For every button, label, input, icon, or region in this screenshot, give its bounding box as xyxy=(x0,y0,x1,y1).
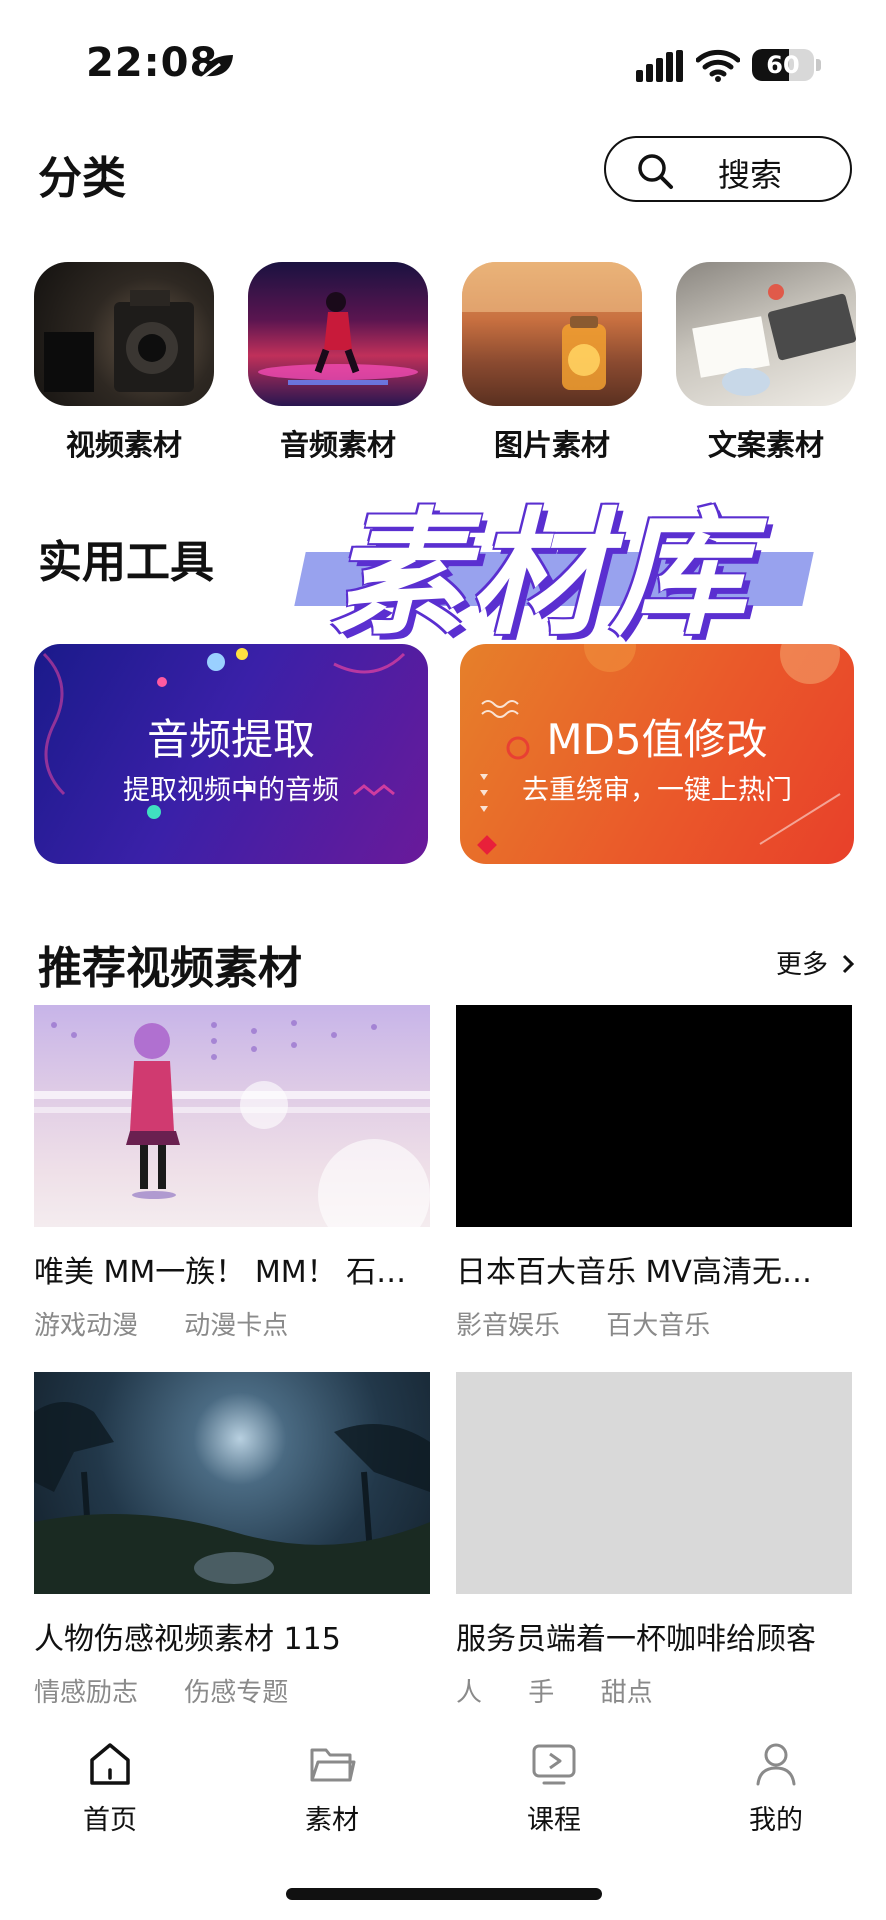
chevron-right-icon xyxy=(843,954,855,974)
tool-subtitle: 去重绕审，一键上热门 xyxy=(522,775,792,806)
video-title: 人物伤感视频素材 115 xyxy=(34,1622,341,1657)
video-tags: 情感励志 伤感专题 xyxy=(34,1672,430,1709)
video-tags: 影音娱乐 百大音乐 xyxy=(456,1305,852,1342)
tools-title: 实用工具 xyxy=(38,537,214,588)
status-bar: 22:08 60 xyxy=(0,0,886,130)
video-title: 服务员端着一杯咖啡给顾客 xyxy=(456,1622,816,1657)
nav-courses[interactable]: 课程 xyxy=(484,1728,624,1837)
video-tag[interactable]: 甜点 xyxy=(601,1678,653,1708)
search-icon xyxy=(638,154,673,189)
nav-label: 素材 xyxy=(305,1805,359,1836)
video-tag[interactable]: 游戏动漫 xyxy=(34,1311,138,1341)
video-thumbnail xyxy=(456,1005,852,1227)
category-video-thumbnail xyxy=(34,262,214,406)
video-tag[interactable]: 伤感专题 xyxy=(184,1678,288,1708)
audio-extract-card[interactable]: 音频提取 提取视频中的音频 xyxy=(34,644,428,864)
folder-icon xyxy=(310,1748,356,1782)
category-video[interactable]: 视频素材 xyxy=(34,262,214,464)
nav-label: 课程 xyxy=(527,1805,581,1836)
video-tags: 游戏动漫 动漫卡点 xyxy=(34,1305,430,1342)
video-card[interactable]: 服务员端着一杯咖啡给顾客 人 手 甜点 xyxy=(456,1372,852,1709)
tool-subtitle: 提取视频中的音频 xyxy=(123,775,339,806)
video-tag[interactable]: 百大音乐 xyxy=(606,1311,710,1341)
recommend-title: 推荐视频素材 xyxy=(38,943,302,994)
video-title: 日本百大音乐 MV高清无… xyxy=(456,1255,812,1290)
category-label: 图片素材 xyxy=(493,428,610,462)
video-tag[interactable]: 动漫卡点 xyxy=(184,1311,288,1341)
video-card[interactable]: 日本百大音乐 MV高清无… 影音娱乐 百大音乐 xyxy=(456,1005,852,1342)
more-link[interactable]: 更多 xyxy=(776,944,856,981)
category-title: 分类 xyxy=(38,153,126,204)
video-thumbnail xyxy=(456,1372,852,1594)
nav-home[interactable]: 首页 xyxy=(40,1728,180,1837)
battery-indicator: 60 xyxy=(752,49,814,81)
category-label: 视频素材 xyxy=(65,428,182,462)
category-image-thumbnail xyxy=(462,262,642,406)
home-indicator[interactable] xyxy=(286,1888,602,1900)
video-card[interactable]: 唯美 MM一族！ MM！ 石… 游戏动漫 动漫卡点 xyxy=(34,1005,430,1342)
video-title: 唯美 MM一族！ MM！ 石… xyxy=(34,1255,407,1290)
category-audio[interactable]: 音频素材 xyxy=(248,262,428,464)
bottom-nav: 首页 素材 课程 我的 xyxy=(0,1728,886,1858)
category-copywriting-thumbnail xyxy=(676,262,856,406)
nav-label: 我的 xyxy=(749,1805,803,1836)
category-audio-thumbnail xyxy=(248,262,428,406)
user-icon xyxy=(756,1743,796,1786)
nav-label: 首页 xyxy=(83,1805,137,1836)
tool-title: MD5值修改 xyxy=(546,715,768,764)
category-label: 音频素材 xyxy=(279,428,396,462)
watermark-text: 素材库 xyxy=(330,496,750,654)
battery-level: 60 xyxy=(766,51,800,79)
video-tag[interactable]: 人 xyxy=(456,1678,482,1708)
search-button[interactable]: 搜索 xyxy=(604,136,852,202)
wifi-icon xyxy=(696,49,740,82)
nav-materials[interactable]: 素材 xyxy=(262,1728,402,1837)
video-thumbnail xyxy=(34,1005,430,1227)
category-label: 文案素材 xyxy=(707,428,824,462)
video-tag[interactable]: 手 xyxy=(528,1678,554,1708)
video-tag[interactable]: 情感励志 xyxy=(34,1678,138,1708)
video-thumbnail xyxy=(34,1372,430,1594)
md5-modify-card[interactable]: MD5值修改 去重绕审，一键上热门 xyxy=(460,644,854,864)
home-icon xyxy=(90,1743,130,1785)
video-tag[interactable]: 影音娱乐 xyxy=(456,1311,560,1341)
play-screen-icon xyxy=(532,1744,576,1785)
nav-profile[interactable]: 我的 xyxy=(706,1728,846,1837)
category-copywriting[interactable]: 文案素材 xyxy=(676,262,856,464)
video-card[interactable]: 人物伤感视频素材 115 情感励志 伤感专题 xyxy=(34,1372,430,1709)
video-tags: 人 手 甜点 xyxy=(456,1672,852,1709)
more-label: 更多 xyxy=(776,950,829,980)
signal-icon xyxy=(636,50,683,82)
battery-cap xyxy=(816,59,821,71)
search-label: 搜索 xyxy=(718,156,783,194)
category-image[interactable]: 图片素材 xyxy=(462,262,642,464)
leaf-icon xyxy=(201,55,233,80)
tool-title: 音频提取 xyxy=(146,715,315,764)
